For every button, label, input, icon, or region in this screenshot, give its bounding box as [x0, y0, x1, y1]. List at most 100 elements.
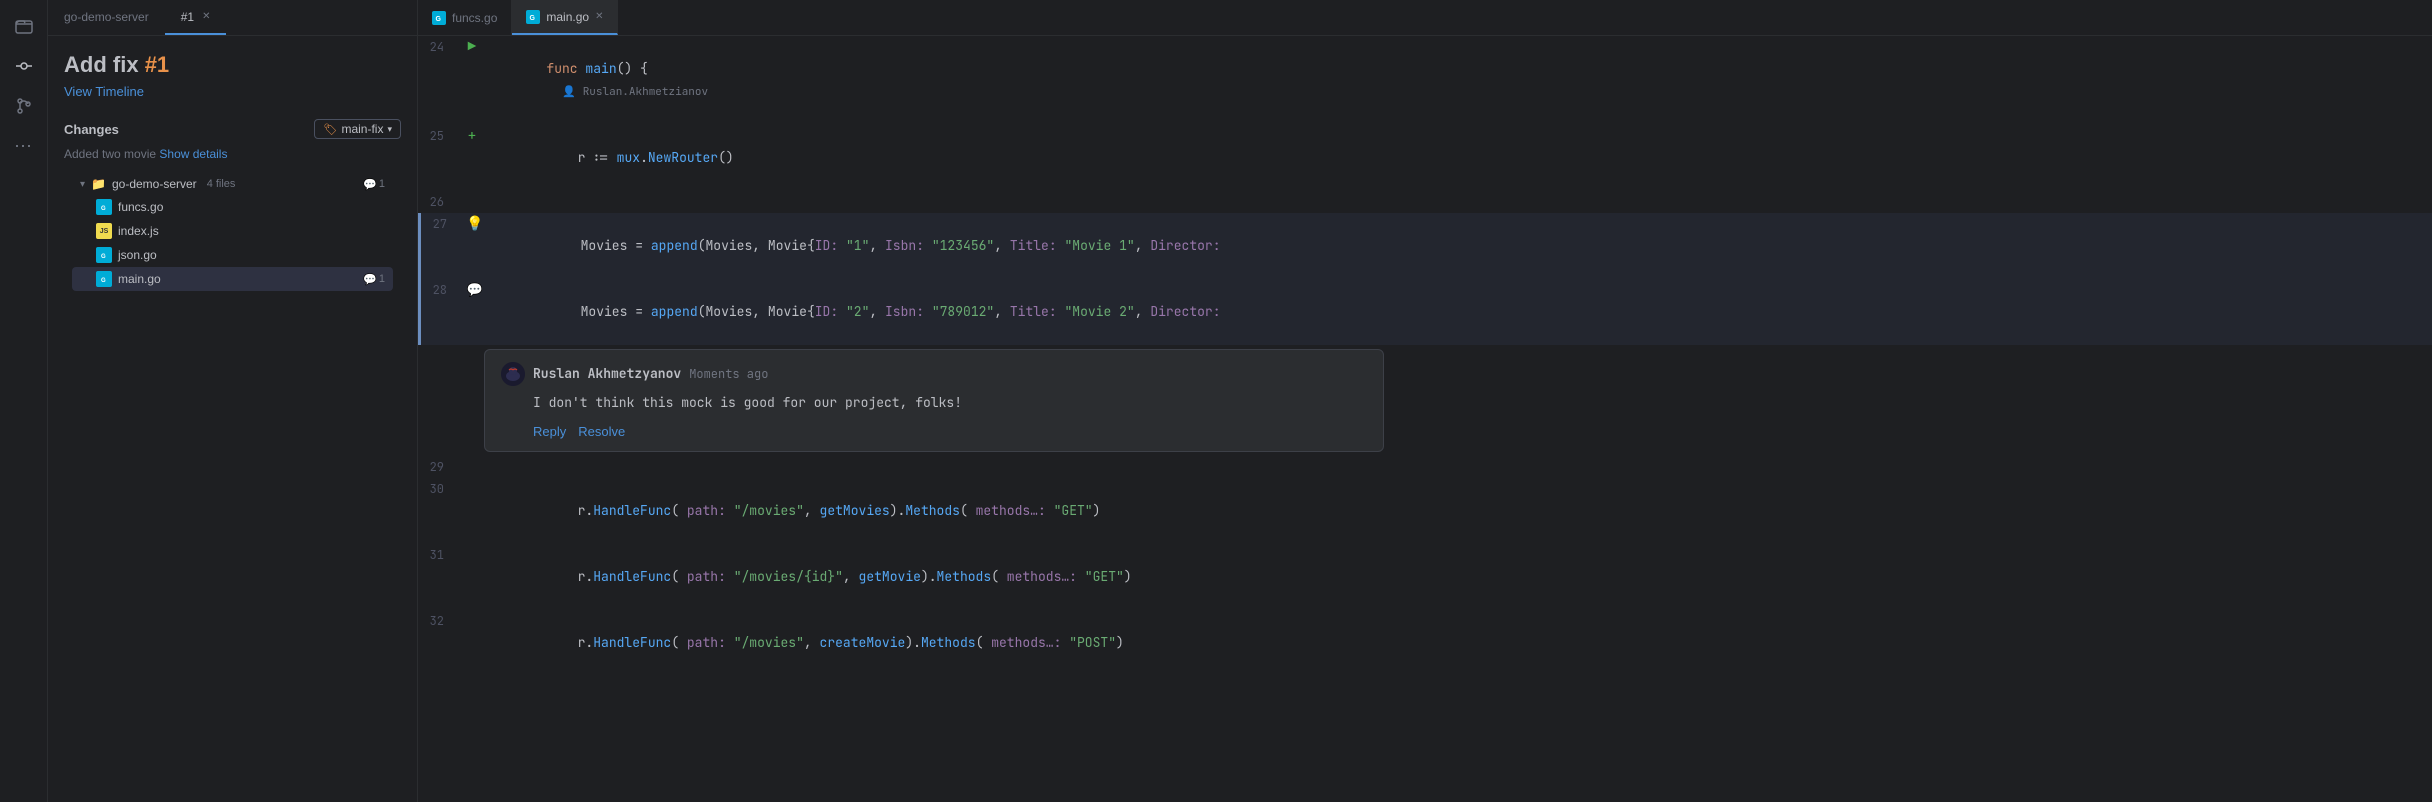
line-gutter-25: +: [460, 125, 484, 147]
line-content-30: r.HandleFunc( path: "/movies", getMovies…: [484, 478, 2432, 544]
line-number-26: 26: [418, 191, 460, 213]
line-gutter-28: 💬: [463, 279, 487, 301]
tab-go-demo-server[interactable]: go-demo-server: [48, 0, 165, 35]
line-number-31: 31: [418, 544, 460, 566]
pr-header: Add fix #1 View Timeline: [48, 36, 417, 107]
editor-tab-main-go[interactable]: G main.go ✕: [512, 0, 618, 35]
branch-badge[interactable]: 🏷 main-fix ▾: [314, 119, 401, 139]
code-line-25: 25 + r := mux.NewRouter(): [418, 125, 2432, 191]
tree-folder-go-demo-server[interactable]: ▾ 📁 go-demo-server 4 files 💬 1: [72, 173, 393, 195]
comment-thread: Ruslan Akhmetzyanov Moments ago I don't …: [484, 349, 1384, 452]
code-line-24: 24 ▶ func main() { 👤 Ruslan.Akhmetzianov: [418, 36, 2432, 125]
file-name-main-go: main.go: [118, 272, 161, 286]
comment-time: Moments ago: [689, 363, 768, 385]
line-content-31: r.HandleFunc( path: "/movies/{id}", getM…: [484, 544, 2432, 610]
folder-icon: 📁: [91, 177, 106, 191]
resolve-button[interactable]: Resolve: [578, 424, 625, 439]
more-activity-icon[interactable]: ⋯: [6, 128, 42, 164]
line-gutter-27: 💡: [463, 213, 487, 235]
tree-file-main-go[interactable]: G main.go 💬 1: [72, 267, 393, 291]
changes-section: Changes 🏷 main-fix ▾ Added two movie Sho…: [48, 107, 417, 303]
tree-file-json-go[interactable]: G json.go: [72, 243, 393, 267]
line-content-27: Movies = append(Movies, Movie{ID: "1", I…: [487, 213, 2432, 279]
file-tree: ▾ 📁 go-demo-server 4 files 💬 1 G funcs.g…: [64, 173, 401, 291]
chevron-down-icon: ▾: [387, 124, 392, 135]
changes-label: Changes: [64, 122, 119, 137]
folder-activity-icon[interactable]: [6, 8, 42, 44]
editor-tab-bar: G funcs.go G main.go ✕: [418, 0, 2432, 36]
view-timeline-link[interactable]: View Timeline: [64, 84, 401, 99]
tab-pr-1[interactable]: #1 ✕: [165, 0, 227, 35]
funcs-go-tab-icon: G: [432, 11, 446, 25]
commit-activity-icon[interactable]: [6, 48, 42, 84]
code-line-32: 32 r.HandleFunc( path: "/movies", create…: [418, 610, 2432, 676]
line-number-24: 24: [418, 36, 460, 58]
svg-text:G: G: [101, 278, 106, 284]
main-go-tab-close[interactable]: ✕: [595, 11, 603, 22]
added-info: Added two movie Show details: [64, 147, 401, 161]
line-content-32: r.HandleFunc( path: "/movies", createMov…: [484, 610, 2432, 676]
code-line-28: 28 💬 Movies = append(Movies, Movie{ID: "…: [418, 279, 2432, 345]
main-go-tab-icon: G: [526, 10, 540, 24]
main-go-comment-badge: 💬 1: [363, 273, 385, 286]
main-go-tab-label: main.go: [546, 10, 589, 24]
svg-text:G: G: [530, 15, 536, 22]
js-file-icon: JS: [96, 223, 112, 239]
comment-body: I don't think this mock is good for our …: [533, 392, 1367, 414]
comment-icon-28[interactable]: 💬: [467, 279, 483, 301]
branch-activity-icon[interactable]: [6, 88, 42, 124]
line-content-25: r := mux.NewRouter(): [484, 125, 2432, 191]
activity-bar: ⋯: [0, 0, 48, 802]
comment-actions: Reply Resolve: [533, 424, 1367, 439]
code-line-26: 26: [418, 191, 2432, 213]
svg-text:G: G: [101, 254, 106, 260]
changes-header: Changes 🏷 main-fix ▾: [64, 119, 401, 139]
file-name-funcs-go: funcs.go: [118, 200, 163, 214]
comment-icon-main: 💬: [363, 273, 377, 286]
tab-pr-1-label: #1: [181, 10, 194, 24]
line-number-30: 30: [418, 478, 460, 500]
run-button[interactable]: ▶: [468, 36, 476, 58]
folder-name: go-demo-server: [112, 177, 197, 191]
bulb-icon-27[interactable]: 💡: [466, 213, 483, 235]
comment-header: Ruslan Akhmetzyanov Moments ago: [501, 362, 1367, 386]
svg-text:G: G: [436, 16, 442, 23]
line-number-27: 27: [421, 213, 463, 235]
editor-content: 24 ▶ func main() { 👤 Ruslan.Akhmetzianov…: [418, 36, 2432, 802]
chevron-icon: ▾: [80, 179, 85, 190]
line-content-28: Movies = append(Movies, Movie{ID: "2", I…: [487, 279, 2432, 345]
file-name-json-go: json.go: [118, 248, 157, 262]
comment-author: Ruslan Akhmetzyanov: [533, 363, 681, 385]
line-content-24: func main() { 👤 Ruslan.Akhmetzianov: [484, 36, 2432, 125]
go-file-icon: G: [96, 199, 112, 215]
code-line-31: 31 r.HandleFunc( path: "/movies/{id}", g…: [418, 544, 2432, 610]
reply-button[interactable]: Reply: [533, 424, 566, 439]
funcs-go-tab-label: funcs.go: [452, 11, 497, 25]
line-number-28: 28: [421, 279, 463, 301]
tag-icon: 🏷: [323, 123, 337, 136]
sidebar-tab-bar: go-demo-server #1 ✕: [48, 0, 417, 36]
show-details-link[interactable]: Show details: [159, 147, 227, 161]
plus-icon-25[interactable]: +: [468, 125, 476, 147]
comment-icon: 💬: [363, 178, 377, 191]
tree-file-index-js[interactable]: JS index.js: [72, 219, 393, 243]
folder-comment-badge: 💬 1: [363, 178, 385, 191]
branch-name: main-fix: [341, 122, 383, 136]
editor-area: G funcs.go G main.go ✕ 24 ▶ func main() …: [418, 0, 2432, 802]
tab-go-demo-server-label: go-demo-server: [64, 10, 149, 24]
code-line-30: 30 r.HandleFunc( path: "/movies", getMov…: [418, 478, 2432, 544]
pr-title: Add fix #1: [64, 52, 401, 78]
line-gutter-24: ▶: [460, 36, 484, 58]
editor-tab-funcs-go[interactable]: G funcs.go: [418, 0, 512, 35]
go-file-icon-json: G: [96, 247, 112, 263]
line-number-25: 25: [418, 125, 460, 147]
comment-avatar: [501, 362, 525, 386]
sidebar: go-demo-server #1 ✕ Add fix #1 View Time…: [48, 0, 418, 802]
go-file-icon-main: G: [96, 271, 112, 287]
code-line-27: 27 💡 Movies = append(Movies, Movie{ID: "…: [418, 213, 2432, 279]
tab-pr-1-close[interactable]: ✕: [202, 11, 210, 22]
line-number-29: 29: [418, 456, 460, 478]
line-number-32: 32: [418, 610, 460, 632]
tree-file-funcs-go[interactable]: G funcs.go: [72, 195, 393, 219]
file-name-index-js: index.js: [118, 224, 159, 238]
